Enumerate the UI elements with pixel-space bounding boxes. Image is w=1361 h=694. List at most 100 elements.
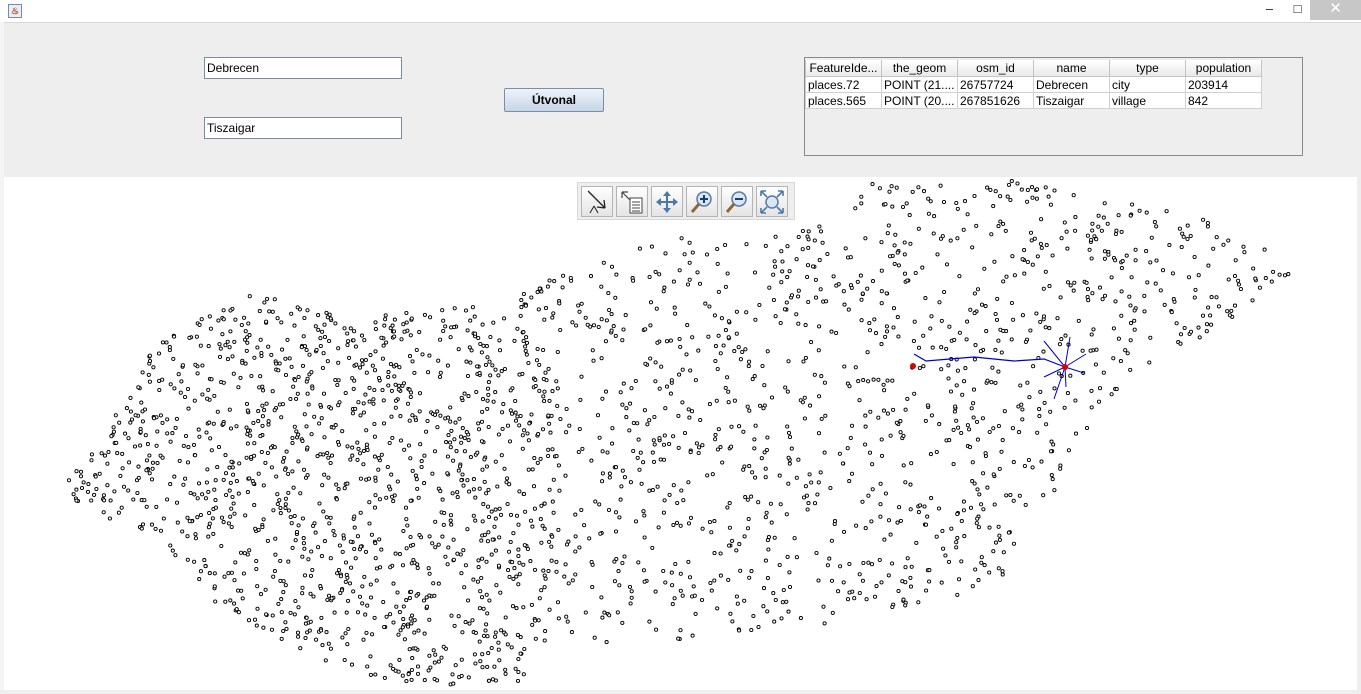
place-point	[497, 348, 503, 353]
place-point	[696, 450, 701, 456]
place-point	[686, 559, 691, 564]
place-point	[713, 358, 718, 364]
place-point	[506, 549, 512, 554]
place-point	[274, 474, 279, 479]
close-button[interactable]: ✕	[1310, 0, 1361, 20]
place-point	[442, 510, 447, 516]
place-point	[346, 339, 351, 344]
place-point	[282, 455, 287, 460]
place-point	[742, 464, 747, 469]
place-point	[218, 346, 223, 351]
place-point	[1178, 332, 1184, 337]
place-point	[233, 560, 238, 565]
place-point	[519, 298, 524, 303]
to-city-field[interactable]	[204, 117, 402, 139]
table-cell[interactable]: POINT (20....	[881, 92, 958, 109]
pan-button[interactable]	[651, 186, 683, 217]
place-point	[996, 566, 1001, 571]
place-point	[890, 378, 895, 383]
place-point	[366, 476, 372, 481]
place-point	[841, 289, 846, 294]
place-point	[588, 274, 594, 279]
place-point	[716, 333, 721, 338]
place-point	[997, 533, 1002, 538]
zoom-in-button[interactable]	[686, 186, 718, 217]
place-point	[245, 432, 250, 437]
from-city-field[interactable]	[204, 57, 402, 79]
place-point	[475, 450, 480, 455]
map-points-layer[interactable]	[4, 177, 1357, 690]
place-point	[302, 315, 307, 321]
place-point	[432, 412, 438, 417]
zoom-out-button[interactable]	[721, 186, 753, 217]
table-cell[interactable]: Tiszaigar	[1033, 92, 1110, 109]
column-header-the-geom[interactable]: the_geom	[881, 60, 958, 77]
place-point	[763, 466, 768, 471]
place-point	[381, 421, 387, 426]
place-point	[823, 413, 828, 418]
table-cell[interactable]: 267851626	[957, 92, 1034, 109]
place-point	[355, 610, 361, 615]
place-point	[404, 679, 409, 684]
table-cell[interactable]: places.72	[805, 76, 882, 93]
place-point	[972, 311, 977, 316]
table-cell[interactable]: 203914	[1185, 76, 1262, 93]
column-header-featureid[interactable]: FeatureIde...	[805, 60, 882, 77]
place-point	[746, 516, 751, 522]
place-point	[108, 498, 113, 503]
column-header-type[interactable]: type	[1109, 60, 1186, 77]
table-cell[interactable]: places.565	[805, 92, 882, 109]
place-point	[629, 386, 634, 391]
place-point	[1058, 466, 1063, 471]
route-line	[913, 353, 1066, 368]
place-point	[270, 309, 275, 314]
place-point	[593, 499, 598, 504]
map-canvas[interactable]	[4, 177, 1357, 690]
place-point	[564, 430, 569, 435]
place-point	[289, 364, 294, 369]
place-point	[598, 531, 603, 536]
place-point	[213, 599, 218, 604]
place-point	[485, 386, 491, 391]
place-point	[1229, 308, 1234, 313]
place-point	[599, 356, 604, 361]
place-point	[785, 389, 790, 394]
route-button[interactable]: Útvonal	[504, 88, 604, 112]
place-point	[1047, 326, 1052, 331]
place-point	[275, 492, 280, 497]
place-point	[479, 595, 485, 600]
place-point	[764, 510, 769, 515]
place-point	[903, 603, 908, 608]
pointer-info-button[interactable]	[581, 186, 613, 217]
column-header-osm-id[interactable]: osm_id	[957, 60, 1034, 77]
place-point	[326, 455, 331, 460]
table-row[interactable]: places.565 POINT (20.... 267851626 Tisza…	[805, 92, 1262, 109]
place-point	[786, 430, 792, 435]
table-cell[interactable]: 842	[1185, 92, 1262, 109]
column-header-name[interactable]: name	[1033, 60, 1110, 77]
selected-place-marker[interactable]	[1062, 364, 1068, 370]
place-point	[796, 457, 801, 462]
column-header-population[interactable]: population	[1185, 60, 1262, 77]
place-point	[277, 498, 282, 503]
table-row[interactable]: places.72 POINT (21.... 26757724 Debrece…	[805, 76, 1262, 93]
place-point	[1019, 187, 1024, 192]
table-cell[interactable]: village	[1109, 92, 1186, 109]
table-cell[interactable]: POINT (21....	[881, 76, 958, 93]
table-cell[interactable]: 26757724	[957, 76, 1034, 93]
place-point	[777, 562, 782, 568]
maximize-button[interactable]: □	[1284, 0, 1311, 20]
selected-place-marker[interactable]	[910, 363, 916, 369]
place-point	[206, 534, 211, 539]
place-point	[715, 447, 720, 452]
table-cell[interactable]: Debrecen	[1033, 76, 1110, 93]
place-point	[555, 349, 560, 355]
minimize-button[interactable]: –	[1256, 0, 1283, 20]
place-point	[499, 369, 504, 374]
table-cell[interactable]: city	[1109, 76, 1186, 93]
place-point	[483, 628, 488, 633]
place-point	[401, 381, 406, 386]
feature-info-button[interactable]	[616, 186, 648, 217]
place-point	[543, 370, 548, 375]
zoom-extent-button[interactable]	[756, 186, 788, 217]
